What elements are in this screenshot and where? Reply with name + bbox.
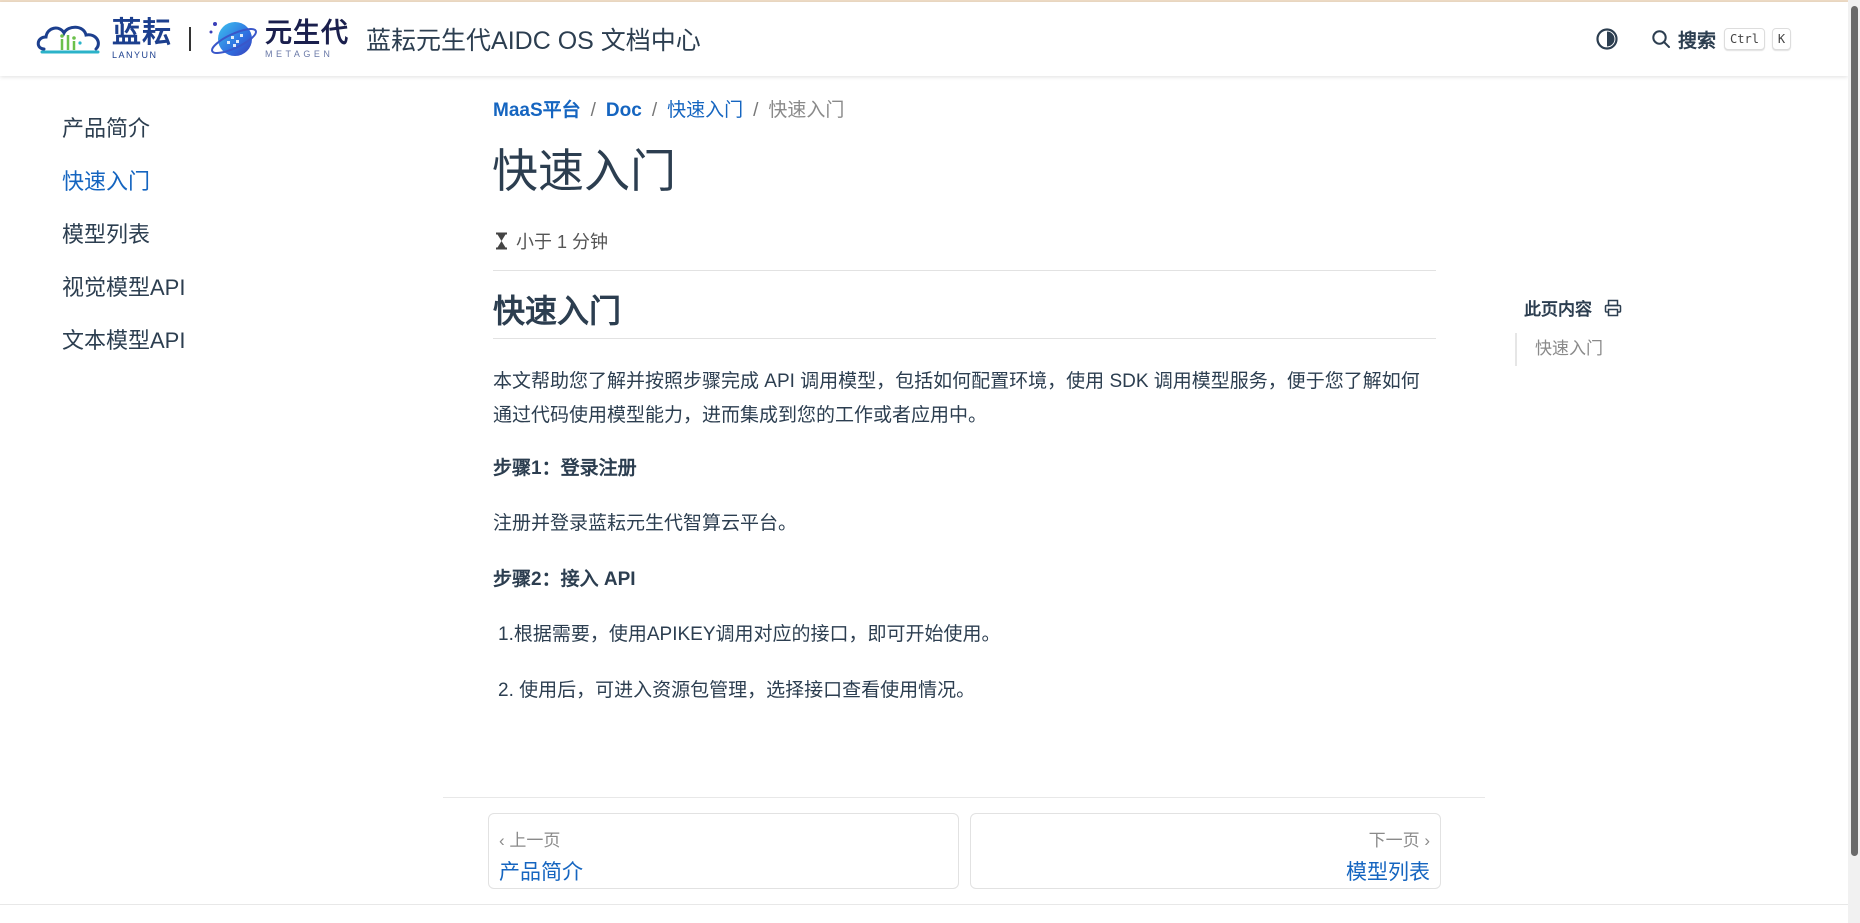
search-button[interactable]: 搜索 Ctrl K [1651, 26, 1792, 53]
sidebar-item-model-list[interactable]: 模型列表 [62, 214, 362, 267]
search-label: 搜索 [1678, 30, 1717, 52]
sidebar: 产品简介 快速入门 模型列表 视觉模型API 文本模型API [62, 108, 362, 373]
theme-toggle-button[interactable] [1594, 26, 1620, 52]
hourglass-icon [496, 232, 507, 250]
theme-toggle-icon [1596, 28, 1618, 50]
divider [493, 270, 1436, 271]
next-hint-text: 下一页 [1368, 831, 1420, 850]
breadcrumb-separator: / [590, 100, 596, 121]
kbd-k: K [1771, 28, 1792, 50]
footer-divider [443, 797, 1485, 798]
next-page-title: 模型列表 [1346, 861, 1430, 884]
search-icon [1652, 30, 1670, 48]
step1-title: 步骤1：登录注册 [493, 458, 637, 479]
site-title: 蓝耘元生代AIDC OS 文档中心 [366, 27, 701, 55]
prev-page-title: 产品简介 [499, 861, 583, 884]
metagen-brand-text: 元生代 [265, 17, 350, 48]
step2-title: 步骤2：接入 API [493, 569, 636, 590]
lanyun-logo: 蓝耘 LANYUN [34, 16, 173, 60]
step2-line1: 1.根据需要，使用APIKEY调用对应的接口，即可开始使用。 [498, 624, 1001, 645]
section-heading: 快速入门 [493, 293, 622, 329]
toc-title: 此页内容 [1524, 300, 1592, 319]
brand-link[interactable]: 蓝耘 LANYUN 元生代 METAGEN 蓝耘元生代AIDC OS 文档中心 [34, 2, 701, 76]
lanyun-brand-text: 蓝耘 [112, 16, 173, 49]
reading-time-text: 小于 1 分钟 [516, 232, 609, 252]
logo-divider [189, 27, 192, 51]
heading-divider [493, 338, 1436, 339]
scrollbar-thumb[interactable] [1851, 6, 1858, 856]
top-navbar: 蓝耘 LANYUN 元生代 METAGEN 蓝耘元生代AIDC OS 文档中心 … [0, 2, 1848, 76]
sidebar-item-product-intro[interactable]: 产品简介 [62, 108, 362, 161]
toc-header: 此页内容 [1524, 295, 1622, 320]
breadcrumb-separator: / [651, 100, 658, 121]
toc-list: 快速入门 [1515, 333, 1603, 366]
planet-logo-icon [209, 22, 257, 56]
sidebar-item-vision-api[interactable]: 视觉模型API [62, 267, 362, 320]
bottom-divider [0, 904, 1848, 905]
page-title: 快速入门 [492, 145, 676, 197]
sidebar-item-text-api[interactable]: 文本模型API [62, 320, 362, 373]
reading-time: 小于 1 分钟 [495, 228, 608, 254]
prev-hint-text: 上一页 [509, 831, 561, 850]
metagen-logo: 元生代 METAGEN [209, 16, 349, 62]
toc-item-quick-start[interactable]: 快速入门 [1535, 333, 1603, 365]
breadcrumb-current: 快速入门 [768, 100, 845, 121]
prev-page-link[interactable]: ‹ 上一页 产品简介 [488, 813, 959, 889]
step2-line2: 2. 使用后，可进入资源包管理，选择接口查看使用情况。 [498, 680, 976, 701]
cloud-logo-icon [36, 25, 100, 54]
sidebar-item-quick-start[interactable]: 快速入门 [62, 161, 362, 214]
metagen-brand-en: METAGEN [265, 48, 334, 59]
prev-page-hint: ‹ 上一页 [499, 831, 561, 850]
breadcrumb-maas[interactable]: MaaS平台 [493, 98, 581, 124]
navbar-actions: 搜索 Ctrl K [1594, 2, 1792, 76]
step1-text: 注册并登录蓝耘元生代智算云平台。 [493, 513, 798, 534]
lanyun-brand-en: LANYUN [112, 49, 158, 60]
intro-paragraph: 本文帮助您了解并按照步骤完成 API 调用模型，包括如何配置环境，使用 SDK … [493, 371, 1420, 426]
kbd-ctrl: Ctrl [1724, 28, 1765, 50]
next-page-hint: 下一页 › [1368, 831, 1430, 850]
breadcrumb-quick-start[interactable]: 快速入门 [667, 98, 743, 124]
breadcrumb-separator: / [753, 100, 759, 121]
next-page-link[interactable]: 下一页 › 模型列表 [970, 813, 1441, 889]
breadcrumb-doc[interactable]: Doc [606, 98, 642, 124]
print-icon[interactable] [1604, 299, 1622, 317]
breadcrumb: MaaS平台 / Doc / 快速入门 / 快速入门 [493, 98, 844, 124]
